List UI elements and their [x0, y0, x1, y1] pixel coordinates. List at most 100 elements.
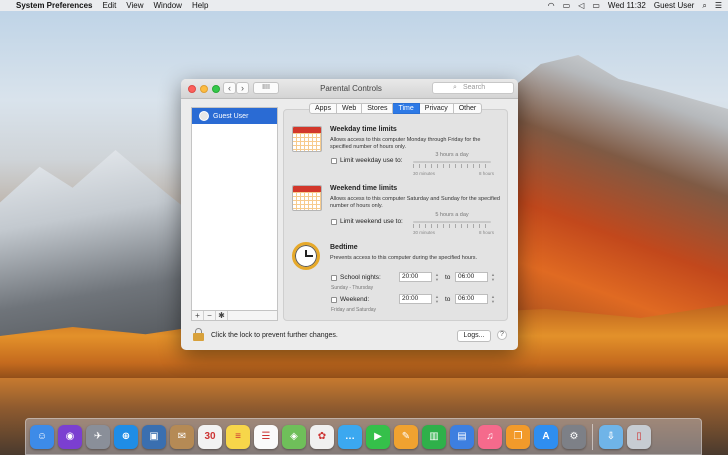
weekday-slider-ticks: [413, 164, 491, 168]
menu-user[interactable]: Guest User: [654, 1, 694, 10]
battery-icon[interactable]: ▭: [592, 1, 600, 10]
messages-icon[interactable]: …: [338, 424, 362, 449]
weekend-slider-min: 30 minutes: [413, 230, 436, 235]
notification-center-icon[interactable]: ☰: [715, 1, 722, 10]
limit-weekend-checkbox[interactable]: [331, 219, 337, 225]
user-name: Guest User: [213, 112, 249, 120]
tab-other[interactable]: Other: [453, 103, 483, 114]
weekday-calendar-icon: [292, 126, 322, 152]
weekday-description: Allows access to this computer Monday th…: [330, 137, 481, 150]
tab-time[interactable]: Time: [393, 103, 420, 114]
tab-privacy[interactable]: Privacy: [419, 103, 454, 114]
numbers-icon[interactable]: ▥: [422, 424, 446, 449]
help-button[interactable]: ?: [497, 330, 507, 340]
spotlight-icon[interactable]: ⌕: [702, 1, 706, 11]
contacts-icon[interactable]: ✉: [170, 424, 194, 449]
menu-clock[interactable]: Wed 11:32: [608, 1, 646, 10]
menu-edit[interactable]: Edit: [103, 1, 117, 10]
safari-icon[interactable]: ⊕: [114, 424, 138, 449]
weekend-description: Allows access to this computer Saturday …: [330, 196, 500, 209]
trash-icon[interactable]: ▯: [627, 424, 651, 449]
logs-button[interactable]: Logs...: [457, 330, 491, 342]
launchpad-icon[interactable]: ✈: [86, 424, 110, 449]
lock-icon[interactable]: [193, 328, 204, 341]
facetime-icon[interactable]: ▶: [366, 424, 390, 449]
photos-icon[interactable]: ✿: [310, 424, 334, 449]
search-input[interactable]: ⌕ Search: [432, 82, 514, 94]
photo-booth-icon[interactable]: ▣: [142, 424, 166, 449]
tab-apps[interactable]: Apps: [309, 103, 337, 114]
ibooks-icon[interactable]: ❐: [506, 424, 530, 449]
limit-weekday-checkbox[interactable]: [331, 158, 337, 164]
calendar-icon[interactable]: 30: [198, 424, 222, 449]
back-button[interactable]: ‹: [223, 82, 236, 94]
maps-icon[interactable]: ◈: [282, 424, 306, 449]
remove-user-button[interactable]: −: [204, 311, 216, 320]
show-all-button[interactable]: IIII: [253, 82, 279, 94]
menu-help[interactable]: Help: [192, 1, 208, 10]
minimize-window-button[interactable]: [200, 85, 208, 93]
itunes-icon[interactable]: ♫: [478, 424, 502, 449]
add-user-button[interactable]: +: [192, 311, 204, 320]
school-nights-label: School nights:: [340, 274, 381, 281]
weekday-slider-max: 8 hours: [479, 171, 495, 176]
weekday-slider[interactable]: [413, 161, 491, 163]
menu-window[interactable]: Window: [154, 1, 182, 10]
search-icon: ⌕: [453, 84, 457, 91]
forward-button[interactable]: ›: [236, 82, 249, 94]
weekend-to-stepper[interactable]: ▲ ▼: [490, 294, 496, 304]
weekday-slider-value: 3 hours a day: [435, 152, 469, 158]
wifi-icon[interactable]: ◠: [548, 1, 555, 10]
weekend-to-label: to: [445, 296, 451, 303]
limit-weekend-label: Limit weekend use to:: [340, 218, 403, 225]
avatar: [199, 111, 209, 121]
parental-controls-window: ‹ › IIII Parental Controls ⌕ Search Gues…: [181, 79, 518, 350]
weekend-slider[interactable]: [413, 221, 491, 223]
gear-icon[interactable]: ✱: [216, 311, 228, 320]
siri-icon[interactable]: ◉: [58, 424, 82, 449]
app-store-icon[interactable]: A: [534, 424, 558, 449]
zoom-window-button[interactable]: [212, 85, 220, 93]
tab-stores[interactable]: Stores: [362, 103, 394, 114]
weekend-from-field[interactable]: 20:00: [399, 294, 432, 304]
menu-bar: System Preferences Edit View Window Help…: [0, 0, 728, 11]
system-preferences-icon[interactable]: ⚙: [562, 424, 586, 449]
weekday-slider-min: 30 minutes: [413, 171, 436, 176]
volume-icon[interactable]: ◁: [578, 1, 584, 10]
bedtime-title: Bedtime: [330, 244, 358, 251]
tab-web[interactable]: Web: [336, 103, 363, 114]
reminders-icon[interactable]: ☰: [254, 424, 278, 449]
weekend-slider-max: 8 hours: [479, 230, 495, 235]
school-nights-checkbox[interactable]: [331, 275, 337, 281]
school-nights-to-field[interactable]: 06:00: [455, 272, 488, 282]
limit-weekday-label: Limit weekday use to:: [340, 157, 403, 164]
tab-bar: Apps Web Stores Time Privacy Other: [309, 103, 483, 114]
notes-icon[interactable]: ≡: [226, 424, 250, 449]
keynote-icon[interactable]: ▤: [450, 424, 474, 449]
school-nights-from-field[interactable]: 20:00: [399, 272, 432, 282]
weekend-bedtime-checkbox[interactable]: [331, 297, 337, 303]
user-list-controls: + − ✱: [191, 310, 278, 321]
airplay-icon[interactable]: ▭: [563, 1, 571, 10]
menu-app-name[interactable]: System Preferences: [16, 1, 93, 10]
weekend-calendar-icon: [292, 185, 322, 211]
window-title: Parental Controls: [320, 84, 382, 93]
school-nights-from-stepper[interactable]: ▲ ▼: [434, 272, 440, 282]
lock-message: Click the lock to prevent further change…: [211, 332, 338, 339]
finder-icon[interactable]: ☺: [30, 424, 54, 449]
user-list[interactable]: Guest User: [191, 107, 278, 321]
weekend-slider-value: 5 hours a day: [435, 212, 469, 218]
user-list-item[interactable]: Guest User: [192, 108, 277, 124]
menu-view[interactable]: View: [126, 1, 143, 10]
close-window-button[interactable]: [188, 85, 196, 93]
weekend-bedtime-label: Weekend:: [340, 296, 370, 303]
window-titlebar[interactable]: ‹ › IIII Parental Controls ⌕ Search: [181, 79, 518, 99]
bedtime-description: Prevents access to this computer during …: [330, 255, 478, 261]
weekend-title: Weekend time limits: [330, 185, 398, 192]
pages-icon[interactable]: ✎: [394, 424, 418, 449]
weekend-from-stepper[interactable]: ▲ ▼: [434, 294, 440, 304]
weekend-to-field[interactable]: 06:00: [455, 294, 488, 304]
school-nights-to-stepper[interactable]: ▲ ▼: [490, 272, 496, 282]
school-nights-to-label: to: [445, 274, 451, 281]
downloads-folder-icon[interactable]: ⇩: [599, 424, 623, 449]
